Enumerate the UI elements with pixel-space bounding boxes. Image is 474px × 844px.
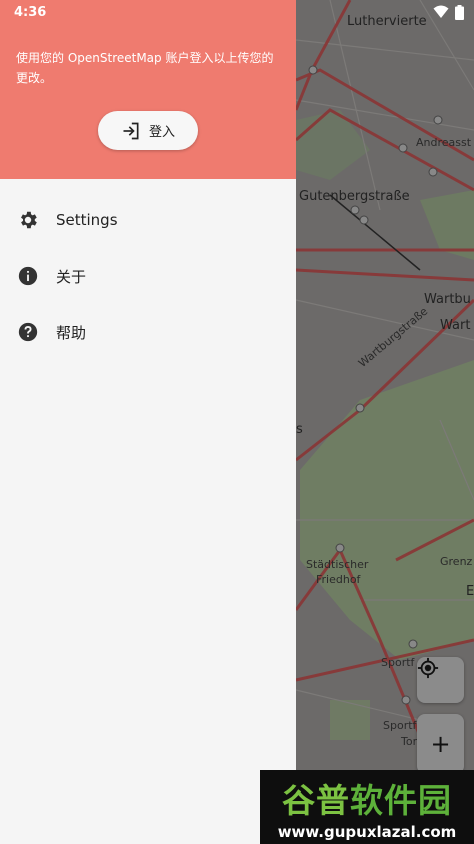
menu-item-settings[interactable]: Settings (0, 192, 296, 248)
status-bar: 4:36 (0, 0, 474, 24)
login-prompt-text: 使用您的 OpenStreetMap 账户登入以上传您的更改。 (16, 51, 274, 85)
menu-item-label: 关于 (56, 267, 87, 286)
map-label: Wartbu (424, 292, 471, 307)
plus-icon: + (430, 730, 451, 758)
map-label: Städtischer (306, 558, 369, 571)
map-label: Tor (401, 735, 418, 748)
map-label: Friedhof (316, 573, 361, 586)
map-label: Gutenbergstraße (299, 189, 410, 204)
map-label: E (466, 584, 474, 599)
menu-item-label: Settings (56, 211, 118, 229)
zoom-in-button[interactable]: + (417, 714, 464, 774)
watermark-url: www.gupuxlazal.com (277, 822, 457, 841)
wifi-icon (433, 5, 449, 18)
menu-item-help[interactable]: 帮助 (0, 304, 296, 360)
map-label: Sportf (383, 719, 417, 732)
info-icon (17, 265, 39, 287)
map-label: Sportf (381, 656, 415, 669)
watermark-brand: 谷普软件园 (282, 780, 452, 820)
login-icon (123, 122, 139, 139)
map-label: Andreasst (416, 136, 472, 149)
help-icon (17, 321, 39, 343)
login-button[interactable]: 登入 (98, 111, 198, 150)
status-time: 4:36 (14, 4, 47, 20)
menu-item-label: 帮助 (56, 323, 87, 342)
map-label: Grenz (440, 555, 473, 568)
map-label: Wart (440, 318, 471, 333)
gps-icon (417, 657, 439, 679)
battery-icon (455, 4, 464, 20)
drawer-menu: Settings 关于 帮助 (0, 179, 296, 360)
gear-icon (17, 209, 39, 231)
navigation-drawer: 使用您的 OpenStreetMap 账户登入以上传您的更改。 登入 Setti… (0, 0, 296, 844)
watermark: 谷普软件园 www.gupuxlazal.com (260, 770, 474, 844)
menu-item-about[interactable]: 关于 (0, 248, 296, 304)
map-label: s (296, 422, 303, 437)
my-location-button[interactable] (417, 657, 464, 703)
login-button-label: 登入 (148, 125, 175, 140)
drawer-header: 使用您的 OpenStreetMap 账户登入以上传您的更改。 (0, 0, 296, 179)
